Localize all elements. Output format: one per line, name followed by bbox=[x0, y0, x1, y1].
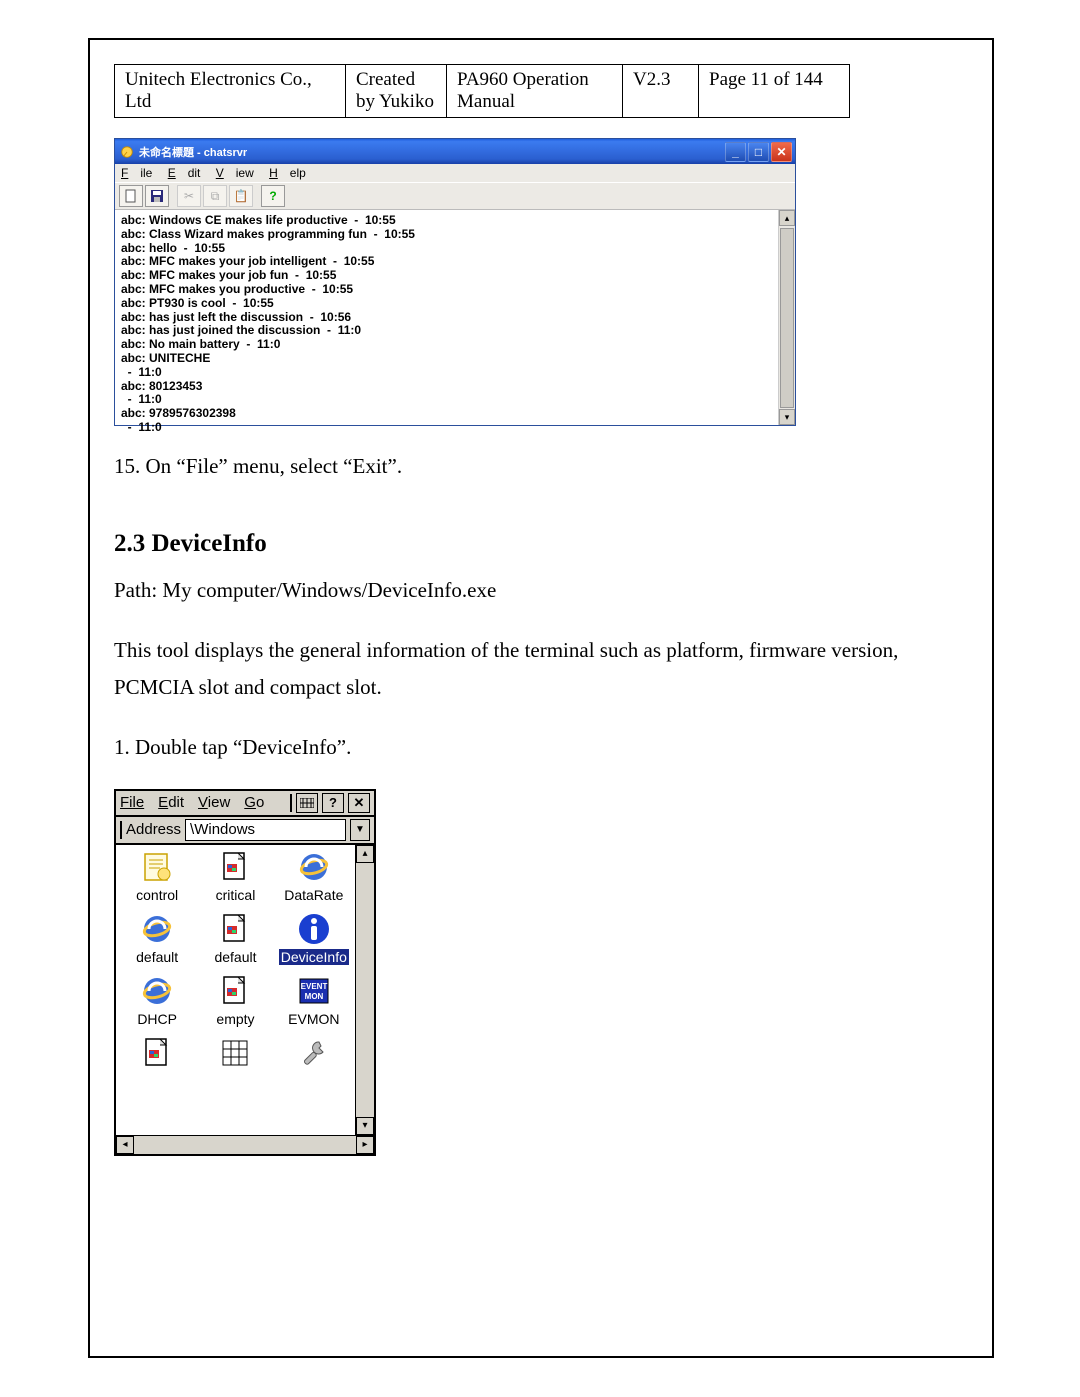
file-caption: DataRate bbox=[284, 887, 343, 903]
file-item-default[interactable]: default bbox=[199, 911, 271, 965]
menu-view[interactable]: View bbox=[216, 166, 254, 180]
path-text: Path: My computer/Windows/DeviceInfo.exe bbox=[114, 572, 968, 610]
minimize-button[interactable]: _ bbox=[725, 142, 746, 162]
doc-icon bbox=[217, 849, 253, 885]
file-caption: EVMON bbox=[288, 1011, 339, 1027]
ce-horizontal-scrollbar[interactable]: ◂ ▸ bbox=[116, 1135, 374, 1154]
address-dropdown[interactable]: ▼ bbox=[350, 819, 370, 841]
menu-edit[interactable]: Edit bbox=[168, 166, 201, 180]
app-icon bbox=[119, 144, 135, 160]
titlebar[interactable]: 未命名標題 - chatsrvr _ □ ✕ bbox=[115, 139, 795, 164]
vertical-scrollbar[interactable]: ▴ ▾ bbox=[778, 210, 795, 425]
hdr-company: Unitech Electronics Co., Ltd bbox=[115, 65, 346, 118]
script-icon bbox=[139, 849, 175, 885]
ce-menu-edit[interactable]: Edit bbox=[158, 794, 184, 811]
help-button[interactable]: ? bbox=[261, 185, 285, 207]
scroll-down-icon[interactable]: ▾ bbox=[779, 409, 795, 425]
step-15: 15. On “File” menu, select “Exit”. bbox=[114, 448, 968, 486]
ce-menu-view[interactable]: View bbox=[198, 794, 230, 811]
new-button[interactable] bbox=[119, 185, 143, 207]
paste-button[interactable]: 📋 bbox=[229, 185, 253, 207]
hdr-manual: PA960 OperationManual bbox=[447, 65, 623, 118]
ie-icon bbox=[139, 973, 175, 1009]
step-1: 1. Double tap “DeviceInfo”. bbox=[114, 729, 968, 767]
file-item-DataRate[interactable]: DataRate bbox=[278, 849, 350, 903]
wrench-icon bbox=[296, 1035, 332, 1071]
file-grid: control critical DataRate default default Dev… bbox=[116, 845, 355, 1135]
file-item-DeviceInfo[interactable]: DeviceInfo bbox=[278, 911, 350, 965]
doc-icon bbox=[139, 1035, 175, 1071]
menubar: File Edit View Help bbox=[115, 164, 795, 182]
ce-vertical-scrollbar[interactable]: ▴ ▾ bbox=[355, 845, 374, 1135]
file-item-EVMON[interactable]: EVENTMON EVMON bbox=[278, 973, 350, 1027]
save-button[interactable] bbox=[145, 185, 169, 207]
keyboard-icon[interactable] bbox=[296, 793, 318, 813]
menu-help[interactable]: Help bbox=[269, 166, 306, 180]
file-item-control[interactable]: control bbox=[121, 849, 193, 903]
scroll-up-icon[interactable]: ▴ bbox=[779, 210, 795, 226]
grid-icon bbox=[217, 1035, 253, 1071]
hdr-created: Createdby Yukiko bbox=[346, 65, 447, 118]
file-caption: DHCP bbox=[137, 1011, 177, 1027]
file-item-default[interactable]: default bbox=[121, 911, 193, 965]
file-item-blank[interactable] bbox=[199, 1035, 271, 1089]
file-item-empty[interactable]: empty bbox=[199, 973, 271, 1027]
header-table: Unitech Electronics Co., Ltd Createdby Y… bbox=[114, 64, 850, 118]
copy-button[interactable]: ⧉ bbox=[203, 185, 227, 207]
scroll-right-icon[interactable]: ▸ bbox=[356, 1136, 374, 1154]
file-caption: control bbox=[136, 887, 178, 903]
maximize-button[interactable]: □ bbox=[748, 142, 769, 162]
address-bar: Address \Windows ▼ bbox=[116, 817, 374, 845]
chat-log: abc: Windows CE makes life productive - … bbox=[115, 210, 778, 425]
scroll-left-icon[interactable]: ◂ bbox=[116, 1136, 134, 1154]
ie-icon bbox=[296, 849, 332, 885]
menu-file[interactable]: File bbox=[121, 166, 152, 180]
info-icon bbox=[296, 911, 332, 947]
evmon-icon: EVENTMON bbox=[296, 973, 332, 1009]
address-input[interactable]: \Windows bbox=[185, 819, 346, 841]
file-caption: DeviceInfo bbox=[279, 949, 349, 965]
scroll-up-icon[interactable]: ▴ bbox=[356, 845, 374, 863]
file-item-blank[interactable] bbox=[278, 1035, 350, 1089]
ce-menubar: File Edit View Go ? ✕ bbox=[116, 791, 374, 817]
cut-button[interactable]: ✂ bbox=[177, 185, 201, 207]
file-item-blank[interactable] bbox=[121, 1035, 193, 1089]
explorer-window: File Edit View Go ? ✕ Address \Windows ▼… bbox=[114, 789, 376, 1156]
close-button[interactable]: ✕ bbox=[771, 142, 792, 162]
ce-help-button[interactable]: ? bbox=[322, 793, 344, 813]
ie-icon bbox=[139, 911, 175, 947]
file-caption: empty bbox=[216, 1011, 254, 1027]
scroll-thumb[interactable] bbox=[780, 228, 794, 408]
ce-close-button[interactable]: ✕ bbox=[348, 793, 370, 813]
section-heading: 2.3 DeviceInfo bbox=[114, 530, 968, 558]
description-text: This tool displays the general informati… bbox=[114, 632, 968, 708]
svg-text:EVENT: EVENT bbox=[300, 982, 327, 991]
file-caption: default bbox=[136, 949, 178, 965]
file-caption: default bbox=[214, 949, 256, 965]
doc-icon bbox=[217, 911, 253, 947]
address-label: Address bbox=[126, 821, 181, 838]
file-item-critical[interactable]: critical bbox=[199, 849, 271, 903]
hdr-version: V2.3 bbox=[623, 65, 699, 118]
ce-menu-file[interactable]: File bbox=[120, 794, 144, 811]
doc-icon bbox=[217, 973, 253, 1009]
hdr-page: Page 11 of 144 bbox=[699, 65, 850, 118]
svg-text:MON: MON bbox=[304, 992, 323, 1001]
title-text: 未命名標題 - chatsrvr bbox=[139, 144, 247, 160]
file-item-DHCP[interactable]: DHCP bbox=[121, 973, 193, 1027]
file-caption: critical bbox=[216, 887, 256, 903]
scroll-down-icon[interactable]: ▾ bbox=[356, 1117, 374, 1135]
toolbar: ✂ ⧉ 📋 ? bbox=[115, 182, 795, 210]
ce-menu-go[interactable]: Go bbox=[244, 794, 264, 811]
chatsrvr-window: 未命名標題 - chatsrvr _ □ ✕ File Edit View He… bbox=[114, 138, 796, 426]
